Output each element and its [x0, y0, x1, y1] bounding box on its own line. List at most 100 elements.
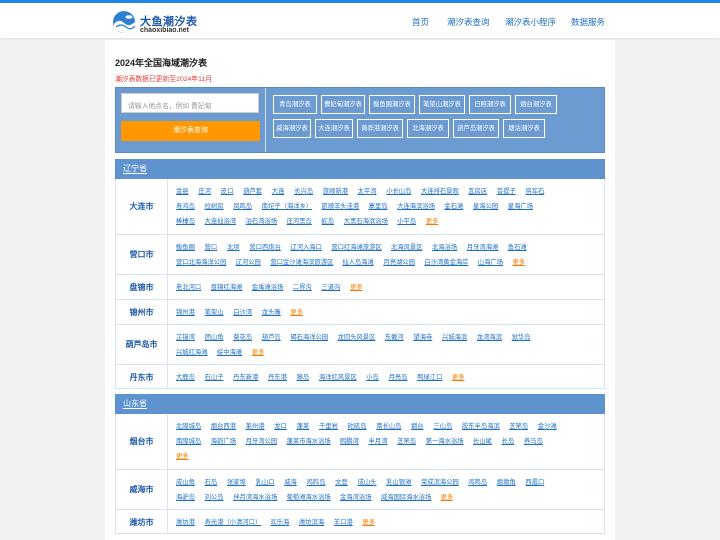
place-link[interactable]: 白沙湾	[233, 307, 252, 316]
place-link[interactable]: 将军石	[525, 186, 544, 195]
place-link[interactable]: 碣石海洋公园	[290, 332, 328, 341]
place-link[interactable]: 东戴河	[385, 332, 404, 341]
site-logo[interactable]: 大鱼潮汐表 chaoxibiao.net	[112, 9, 202, 37]
place-link[interactable]: 庄河	[198, 186, 211, 195]
more-link[interactable]: 更多	[362, 517, 375, 526]
place-link[interactable]: 胶东半岛海滨	[462, 421, 500, 430]
place-link[interactable]: 金禹滩浴场	[252, 282, 283, 291]
place-link[interactable]: 皮口	[221, 186, 234, 195]
place-link[interactable]: 兴城海滨	[442, 332, 467, 341]
place-link[interactable]: 大连海滨浴场	[397, 201, 435, 210]
more-link[interactable]: 更多	[452, 372, 465, 381]
place-link[interactable]: 半月湾	[369, 436, 388, 445]
place-link[interactable]: 西霞口	[525, 477, 544, 486]
place-link[interactable]: 菊花岛	[233, 332, 252, 341]
more-link[interactable]: 更多	[513, 257, 526, 266]
place-link[interactable]: 乳山银滩	[386, 477, 411, 486]
place-link[interactable]: 长兴岛	[294, 186, 313, 195]
place-link[interactable]: 白沙湾黄金海岸	[424, 257, 468, 266]
place-link[interactable]: 大连排石景观	[421, 186, 459, 195]
place-link[interactable]: 鸡鸣岛	[468, 477, 487, 486]
place-link[interactable]: 芷锚湾	[176, 332, 195, 341]
place-link[interactable]: 北海风景区	[391, 242, 422, 251]
quick-link[interactable]: 威海潮汐表	[273, 119, 311, 138]
place-link[interactable]: 石岛	[205, 477, 218, 486]
place-link[interactable]: 瓦房店	[468, 186, 487, 195]
place-link[interactable]: 龙口	[274, 421, 287, 430]
place-link[interactable]: 丹东港	[268, 372, 287, 381]
place-link[interactable]: 龙回头风景区	[338, 332, 376, 341]
place-link[interactable]: 养马岛	[524, 436, 543, 445]
place-link[interactable]: 营口金沙滩海滨旅游区	[270, 257, 333, 266]
place-link[interactable]: 鲅鱼圈	[176, 242, 195, 251]
place-link[interactable]: 乳山口	[256, 477, 275, 486]
place-link[interactable]: 月牙湾海滩	[467, 242, 498, 251]
place-link[interactable]: 葫芦岛	[262, 332, 281, 341]
nav-tide-query[interactable]: 潮汐表查询	[447, 16, 490, 28]
place-link[interactable]: 太平湾	[358, 186, 377, 195]
place-link[interactable]: 团山角	[205, 332, 224, 341]
place-link[interactable]: 小平岛	[397, 216, 416, 225]
place-link[interactable]: 莱州港	[246, 421, 265, 430]
place-link[interactable]: 庄河黑岛	[287, 216, 312, 225]
place-link[interactable]: 芝罘岛	[397, 436, 416, 445]
place-link[interactable]: 旅顺新港	[323, 186, 348, 195]
place-link[interactable]: 绥中海滩	[217, 347, 242, 356]
quick-link[interactable]: 塘沽潮汐表	[503, 119, 545, 138]
place-link[interactable]: 獐岛	[297, 372, 310, 381]
quick-link[interactable]: 黄骅港潮汐表	[357, 119, 403, 138]
city-name[interactable]: 盘锦市	[116, 275, 168, 299]
place-link[interactable]: 泊石湾浴场	[246, 216, 277, 225]
quick-link[interactable]: 北海潮汐表	[407, 119, 449, 138]
city-name[interactable]: 葫芦岛市	[116, 325, 168, 364]
place-link[interactable]: 欢乐海	[270, 517, 289, 526]
place-link[interactable]: 营口红海滩旅游区	[331, 242, 381, 251]
place-link[interactable]: 三道沟	[321, 282, 340, 291]
place-link[interactable]: 威海国际海水浴场	[381, 492, 431, 501]
place-link[interactable]: 拉树房	[205, 201, 224, 210]
city-name[interactable]: 丹东市	[116, 365, 168, 389]
quick-link[interactable]: 曹妃甸潮汐表	[321, 95, 365, 114]
quick-link[interactable]: 日照潮汐表	[469, 95, 511, 114]
quick-link[interactable]: 烟台潮汐表	[515, 95, 557, 114]
place-link[interactable]: 南隍城岛	[176, 436, 201, 445]
more-link[interactable]: 更多	[441, 492, 454, 501]
city-name[interactable]: 威海市	[116, 470, 168, 509]
region-header[interactable]: 辽宁省	[115, 159, 605, 179]
quick-link[interactable]: 葫芦岛潮汐表	[453, 119, 499, 138]
place-link[interactable]: 辽河入海口	[290, 242, 321, 251]
place-link[interactable]: 龙头嘴	[262, 307, 281, 316]
place-link[interactable]: 月亮湖公园	[383, 257, 414, 266]
place-link[interactable]: 龙湾海滨	[477, 332, 502, 341]
place-link[interactable]: 月亮岛	[389, 372, 408, 381]
place-link[interactable]: 伴月湾海水浴场	[233, 492, 277, 501]
place-link[interactable]: 辽河公园	[236, 257, 261, 266]
place-link[interactable]: 旅顺羊头洼港	[321, 201, 359, 210]
place-link[interactable]: 笔架山	[205, 307, 224, 316]
more-link[interactable]: 更多	[176, 451, 189, 460]
place-link[interactable]: 老北河口	[176, 282, 201, 291]
place-link[interactable]: 海驴岛	[176, 492, 195, 501]
place-link[interactable]: 望海寺	[413, 332, 432, 341]
place-link[interactable]: 金沙滩	[538, 421, 557, 430]
place-link[interactable]: 刘公岛	[205, 492, 224, 501]
place-link[interactable]: 鱼石滩	[508, 242, 527, 251]
region-header[interactable]: 山东省	[115, 394, 605, 414]
nav-data-service[interactable]: 数据服务	[571, 16, 605, 28]
city-name[interactable]: 营口市	[116, 235, 168, 274]
place-link[interactable]: 羊口港	[334, 517, 353, 526]
place-link[interactable]: 成山头	[358, 477, 377, 486]
place-link[interactable]: 金石滩	[444, 201, 463, 210]
more-link[interactable]: 更多	[252, 347, 265, 356]
place-link[interactable]: 月牙湾公园	[246, 436, 277, 445]
place-link[interactable]: 潍坊港	[176, 517, 195, 526]
place-link[interactable]: 蛇岛	[321, 216, 334, 225]
place-link[interactable]: 威海	[284, 477, 297, 486]
place-link[interactable]: 潍坊滨海	[299, 517, 324, 526]
place-link[interactable]: 烟墩角	[497, 477, 516, 486]
place-link[interactable]: 凤鸣岛	[233, 201, 252, 210]
nav-miniprogram[interactable]: 潮汐表小程序	[505, 16, 556, 28]
place-link[interactable]: 芝罘岛	[509, 421, 528, 430]
place-link[interactable]: 三山岛	[433, 421, 452, 430]
search-button[interactable]: 潮汐表查询	[121, 121, 260, 141]
